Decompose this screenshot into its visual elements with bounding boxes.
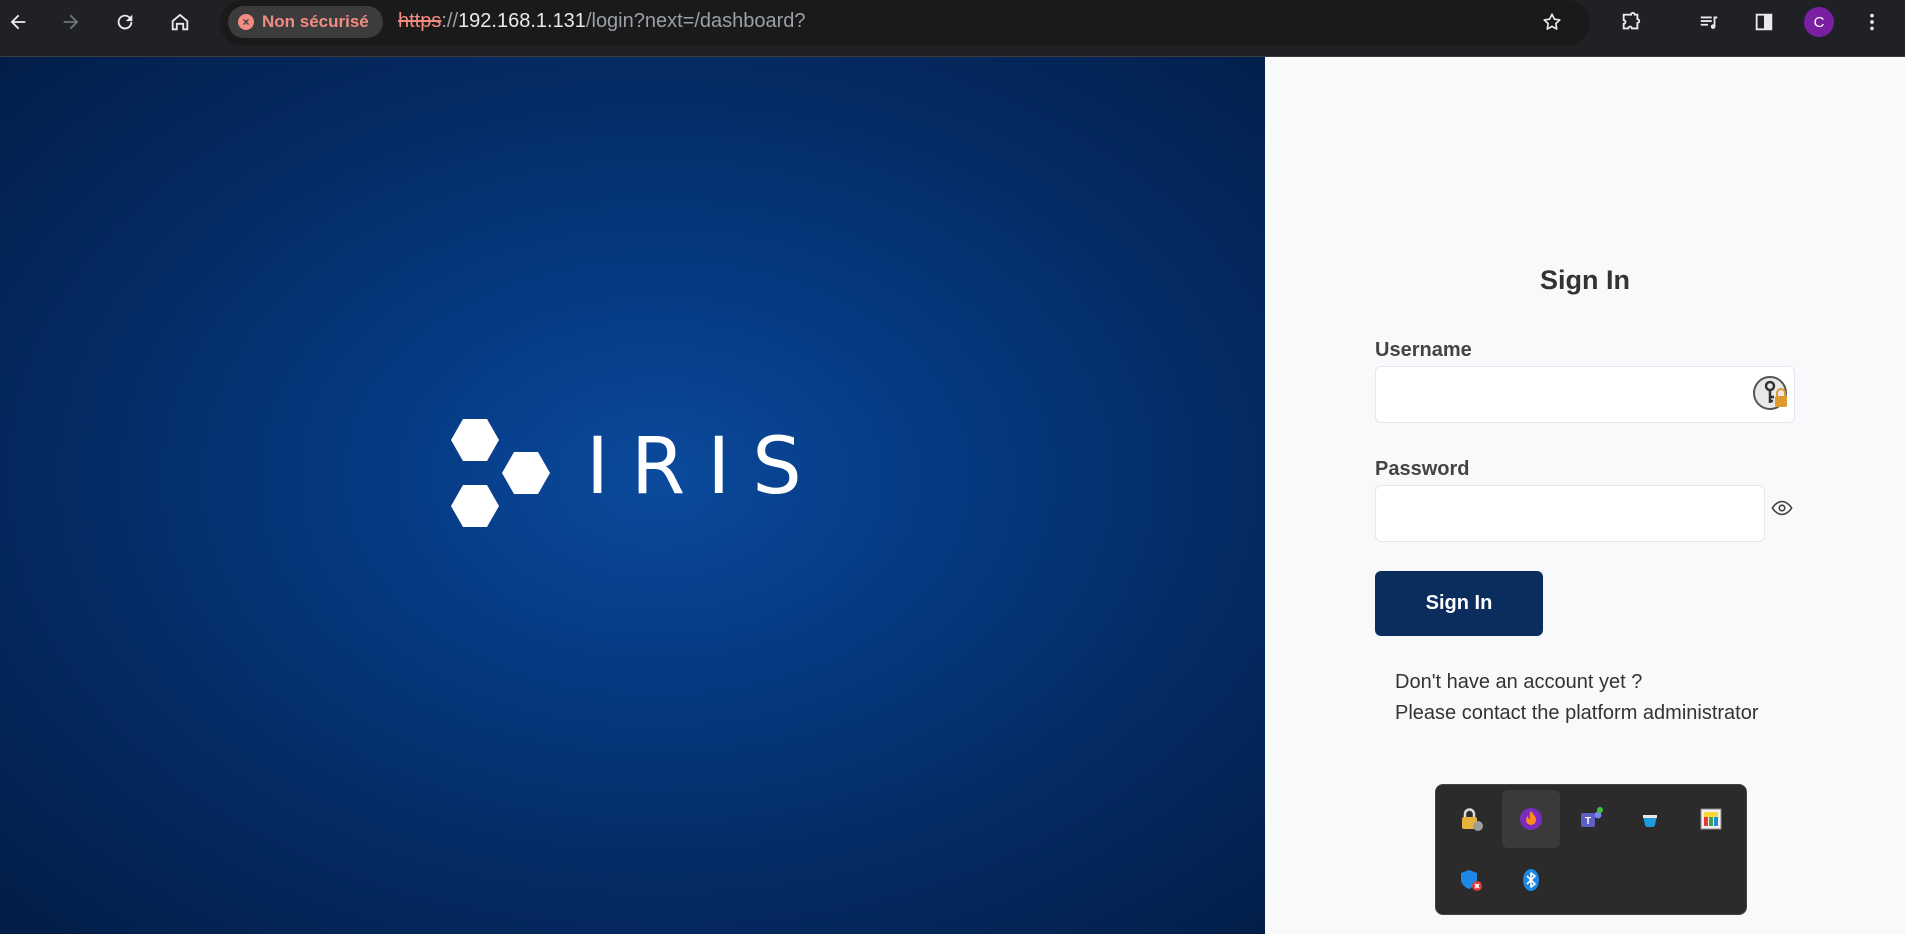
url-path: /login?next=/dashboard?	[585, 10, 806, 32]
url-host: 192.168.1.131	[458, 10, 586, 32]
bookmark-star-icon[interactable]	[1536, 6, 1568, 38]
username-label: Username	[1375, 339, 1472, 361]
extensions-icon[interactable]	[1615, 6, 1647, 38]
address-bar[interactable]: × Non sécurisé https://192.168.1.131/log…	[220, 0, 1590, 46]
browser-toolbar: × Non sécurisé https://192.168.1.131/log…	[0, 0, 1905, 57]
keepass-autofill-icon[interactable]	[1752, 373, 1792, 413]
flame-app-icon	[1520, 808, 1542, 830]
hero-panel: IRIS	[0, 57, 1265, 934]
password-field[interactable]	[1375, 485, 1765, 542]
signup-note-line2: Please contact the platform administrato…	[1395, 702, 1759, 724]
media-queue-icon[interactable]	[1693, 6, 1725, 38]
menu-dots-icon[interactable]	[1856, 6, 1888, 38]
sign-in-button[interactable]: Sign In	[1375, 571, 1543, 636]
iris-logo: IRIS	[448, 414, 808, 532]
page-title: Sign In	[1540, 265, 1630, 295]
url-scheme: https	[398, 10, 442, 32]
svg-text:T: T	[1585, 816, 1591, 827]
tray-item-teams[interactable]: T	[1562, 790, 1620, 848]
tray-item-flame-app[interactable]	[1502, 790, 1560, 848]
hexagon-logo-icon	[451, 419, 550, 527]
color-grid-app-icon	[1700, 808, 1722, 830]
profile-avatar[interactable]: C	[1804, 7, 1834, 37]
tray-item-cup-app[interactable]	[1622, 790, 1680, 848]
tray-item-bluetooth[interactable]	[1502, 851, 1560, 909]
back-icon[interactable]	[2, 6, 34, 38]
tray-item-color-grid-app[interactable]	[1682, 790, 1740, 848]
system-tray-overflow: T	[1435, 784, 1747, 915]
forward-icon[interactable]	[55, 6, 87, 38]
logo-wordmark: IRIS	[586, 422, 824, 512]
url-separator: ://	[441, 10, 459, 32]
url-text[interactable]: https://192.168.1.131/login?next=/dashbo…	[398, 10, 806, 33]
bluetooth-icon	[1523, 869, 1539, 891]
side-panel-icon[interactable]	[1748, 6, 1780, 38]
show-password-eye-icon[interactable]	[1771, 497, 1793, 519]
reload-icon[interactable]	[109, 6, 141, 38]
tray-item-defender[interactable]	[1442, 851, 1500, 909]
home-icon[interactable]	[164, 6, 196, 38]
username-field[interactable]	[1375, 366, 1795, 423]
teams-icon: T	[1581, 807, 1603, 827]
security-chip-label: Non sécurisé	[262, 12, 369, 31]
keepass-lock-icon	[1462, 808, 1483, 831]
defender-alert-icon	[1461, 870, 1482, 891]
insecure-icon: ×	[238, 14, 254, 30]
security-chip[interactable]: × Non sécurisé	[228, 6, 383, 38]
tray-item-keepass[interactable]	[1442, 790, 1500, 848]
signup-note-line1: Don't have an account yet ?	[1395, 671, 1643, 693]
cup-app-icon	[1643, 815, 1657, 828]
password-label: Password	[1375, 458, 1470, 480]
